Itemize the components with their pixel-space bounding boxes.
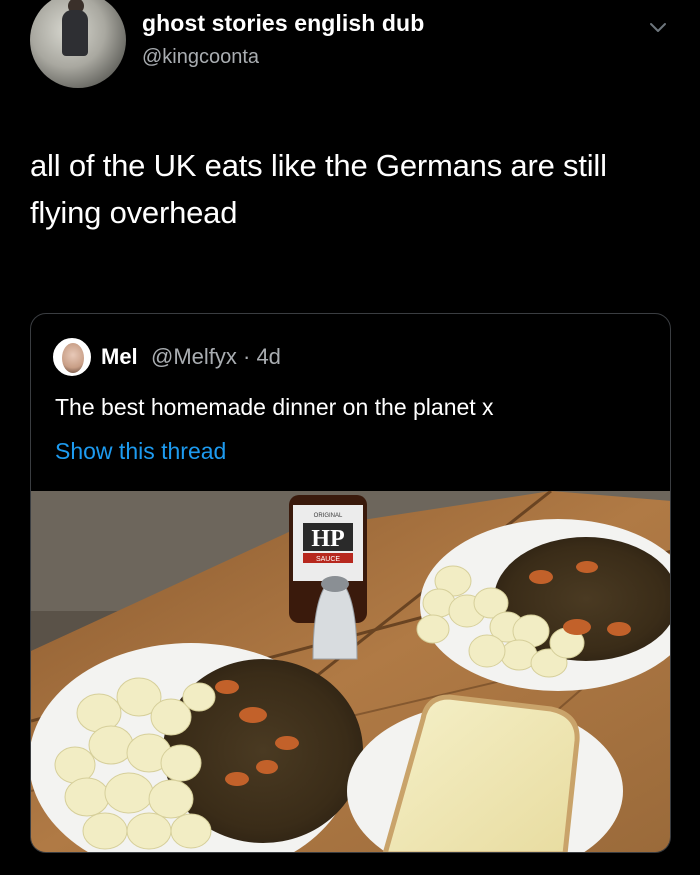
- tweet-header: ghost stories english dub @kingcoonta: [0, 0, 700, 100]
- user-avatar[interactable]: [30, 0, 126, 88]
- quoted-tweet-text: The best homemade dinner on the planet x: [55, 394, 494, 420]
- dinner-photo[interactable]: ORIGINAL HP SAUCE: [31, 491, 671, 853]
- chevron-down-icon[interactable]: [648, 18, 668, 38]
- user-handle[interactable]: @kingcoonta: [142, 46, 259, 69]
- show-thread-link[interactable]: Show this thread: [55, 438, 226, 465]
- hp-sauce-text: SAUCE: [316, 556, 340, 563]
- quoted-avatar[interactable]: [53, 338, 91, 376]
- quoted-tweet[interactable]: Mel @Melfyx · 4d The best homemade dinne…: [30, 313, 671, 853]
- hp-bottle-top-text: ORIGINAL: [314, 513, 343, 519]
- tweet-text: all of the UK eats like the Germans are …: [30, 148, 607, 230]
- avatar-person-body: [62, 10, 88, 56]
- quoted-handle-time[interactable]: @Melfyx · 4d: [151, 344, 281, 370]
- salt-shaker-top: [321, 576, 349, 592]
- hp-logo-text: HP: [311, 526, 344, 552]
- display-name[interactable]: ghost stories english dub: [142, 10, 424, 37]
- quoted-avatar-face: [62, 343, 84, 373]
- quoted-display-name[interactable]: Mel: [101, 344, 138, 370]
